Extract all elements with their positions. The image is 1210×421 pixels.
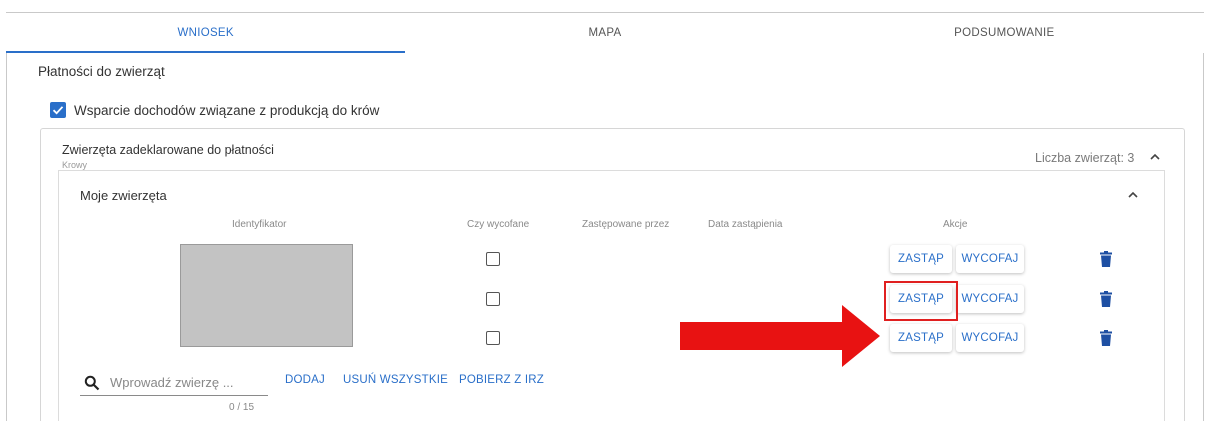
withdraw-button[interactable]: WYCOFAJ [956, 245, 1024, 273]
animal-count: Liczba zwierząt: 3 [1035, 151, 1135, 165]
declared-panel-subtitle: Krowy [62, 160, 88, 170]
my-animals-title: Moje zwierzęta [80, 188, 167, 203]
support-checkbox-row[interactable]: Wsparcie dochodów związane z produkcją d… [50, 102, 379, 118]
replace-button[interactable]: ZASTĄP [890, 245, 952, 273]
withdraw-button[interactable]: WYCOFAJ [956, 285, 1024, 313]
trash-icon[interactable] [1100, 291, 1112, 307]
add-button[interactable]: DODAJ [285, 374, 325, 386]
column-header-actions: Akcje [943, 219, 968, 230]
column-header-replaced-by: Zastępowane przez [582, 219, 670, 230]
tab-wniosek[interactable]: WNIOSEK [6, 13, 406, 53]
declared-panel-title: Zwierzęta zadeklarowane do płatności [62, 143, 274, 157]
column-header-identifier: Identyfikator [232, 219, 287, 230]
column-header-replacement-date: Data zastąpienia [708, 219, 783, 230]
search-input[interactable] [110, 375, 260, 390]
tab-mapa[interactable]: MAPA [405, 13, 804, 53]
highlight-box [884, 281, 958, 321]
replace-button[interactable]: ZASTĄP [890, 324, 952, 352]
withdrawn-checkbox[interactable] [486, 252, 500, 266]
trash-icon[interactable] [1100, 251, 1112, 267]
red-arrow-annotation [680, 305, 880, 367]
tab-bar: WNIOSEK MAPA PODSUMOWANIE [6, 13, 1204, 53]
column-header-withdrawn: Czy wycofane [467, 219, 530, 230]
character-counter: 0 / 15 [229, 402, 255, 413]
trash-icon[interactable] [1100, 330, 1112, 346]
animal-search-field[interactable] [80, 370, 268, 396]
withdraw-button[interactable]: WYCOFAJ [956, 324, 1024, 352]
support-checkbox[interactable] [50, 102, 66, 118]
redacted-identifiers [180, 244, 353, 347]
check-icon [52, 106, 64, 115]
search-icon [84, 375, 100, 390]
tab-podsumowanie[interactable]: PODSUMOWANIE [805, 13, 1204, 53]
chevron-up-icon[interactable] [1148, 150, 1162, 164]
support-checkbox-label: Wsparcie dochodów związane z produkcją d… [74, 102, 380, 118]
withdrawn-checkbox[interactable] [486, 292, 500, 306]
section-title: Płatności do zwierząt [38, 64, 165, 79]
fetch-from-irz-button[interactable]: POBIERZ Z IRZ [459, 374, 544, 386]
chevron-up-icon[interactable] [1126, 188, 1140, 202]
withdrawn-checkbox[interactable] [486, 331, 500, 345]
remove-all-button[interactable]: USUŃ WSZYSTKIE [343, 374, 448, 386]
